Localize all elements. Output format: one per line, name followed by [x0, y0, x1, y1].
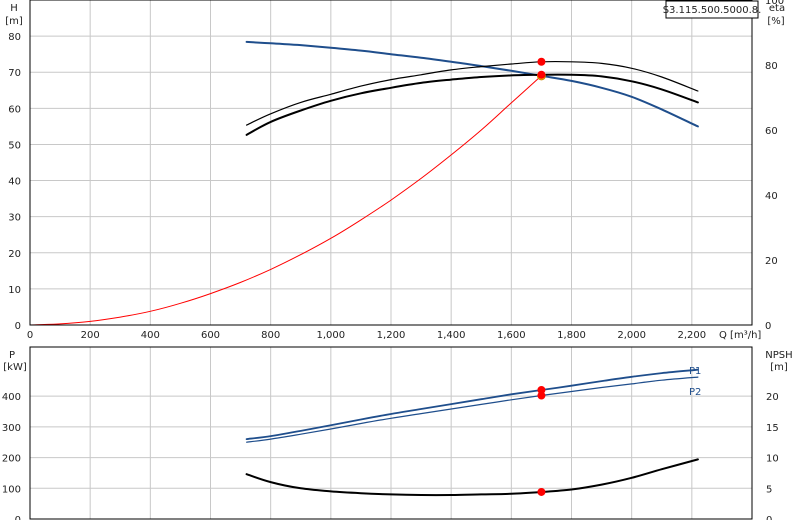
head-tick-label: 30: [8, 213, 21, 224]
p2-series-label: P2: [689, 387, 701, 398]
eta-axis-unit: [%]: [767, 16, 784, 27]
head-panel-ticks: 0 200 400 600 800 1,000 1,200 1,400 1,600 1,800 2,…: [8, 0, 784, 341]
head-tick-label: 60: [8, 104, 21, 115]
power-tick-label: 400: [2, 392, 21, 403]
eta-tick-label: 40: [765, 191, 778, 202]
eta-tick-label: 20: [765, 256, 778, 267]
eta-tick-label: 0: [765, 321, 771, 332]
head-tick-label: 80: [8, 32, 21, 43]
series-line-npsh: [245, 458, 699, 497]
power-axis-unit: [kW]: [3, 362, 27, 373]
head-tick-label: 50: [8, 140, 21, 151]
duty-point-marker: [537, 487, 546, 496]
npsh-tick-label: 10: [766, 454, 779, 465]
series-line-p1: [245, 368, 699, 440]
eta-tick-label: 60: [765, 126, 778, 137]
x-tick-label: 1,600: [497, 330, 526, 341]
npsh-tick-label: 20: [766, 392, 779, 403]
head-tick-label: 0: [15, 321, 21, 332]
x-tick-label: 1,200: [377, 330, 406, 341]
npsh-tick-label: 5: [766, 484, 772, 495]
duty-point-marker: [537, 391, 546, 400]
series-line-system-curve: [29, 75, 542, 326]
power-panel-ticks: 0 100 200 300 400 0 5 10 15 20: [2, 392, 779, 520]
eta-tick-label: 100: [765, 0, 784, 7]
series-line-h: [245, 40, 699, 128]
head-tick-label: 70: [8, 68, 21, 79]
power-tick-label: 0: [15, 515, 21, 520]
power-tick-label: 100: [2, 484, 21, 495]
series-line-eta-lower: [245, 73, 699, 136]
power-tick-label: 200: [2, 454, 21, 465]
head-tick-label: 10: [8, 285, 21, 296]
x-tick-label: 400: [141, 330, 160, 341]
x-tick-label: 600: [201, 330, 220, 341]
flow-axis-label: Q [m³/h]: [719, 330, 761, 341]
power-tick-label: 300: [2, 423, 21, 434]
x-tick-label: 2,000: [617, 330, 646, 341]
x-tick-label: 2,200: [678, 330, 707, 341]
head-panel-series: [29, 40, 699, 326]
model-label: S3.115.500.5000.8.: [663, 5, 762, 16]
x-tick-label: 200: [81, 330, 100, 341]
duty-point-marker: [537, 70, 546, 79]
npsh-tick-label: 0: [766, 515, 772, 520]
power-panel-grid: [29, 347, 752, 520]
x-tick-label: 1,000: [317, 330, 346, 341]
x-tick-label: 800: [261, 330, 280, 341]
series-line-eta-upper: [246, 60, 699, 126]
series-line-p2: [246, 376, 699, 443]
head-axis-label: H: [10, 3, 18, 14]
eta-tick-label: 80: [765, 61, 778, 72]
npsh-tick-label: 15: [766, 423, 779, 434]
x-tick-label: 1,800: [557, 330, 586, 341]
power-axis-label: P: [9, 350, 15, 361]
power-panel-series: [245, 368, 699, 497]
p1-series-label: P1: [689, 366, 701, 377]
duty-point-marker: [537, 57, 546, 66]
head-tick-label: 20: [8, 249, 21, 260]
npsh-axis-label: NPSH: [765, 350, 792, 361]
pump-curve-chart: H [m] eta [%] P [kW] NPSH [m] Q [m³/h] 0…: [2, 0, 793, 520]
x-tick-label: 1,400: [437, 330, 466, 341]
x-tick-label: 0: [27, 330, 33, 341]
npsh-axis-unit: [m]: [770, 362, 788, 373]
head-axis-unit: [m]: [5, 16, 23, 27]
head-tick-label: 40: [8, 177, 21, 188]
head-panel-grid: [29, 0, 752, 326]
